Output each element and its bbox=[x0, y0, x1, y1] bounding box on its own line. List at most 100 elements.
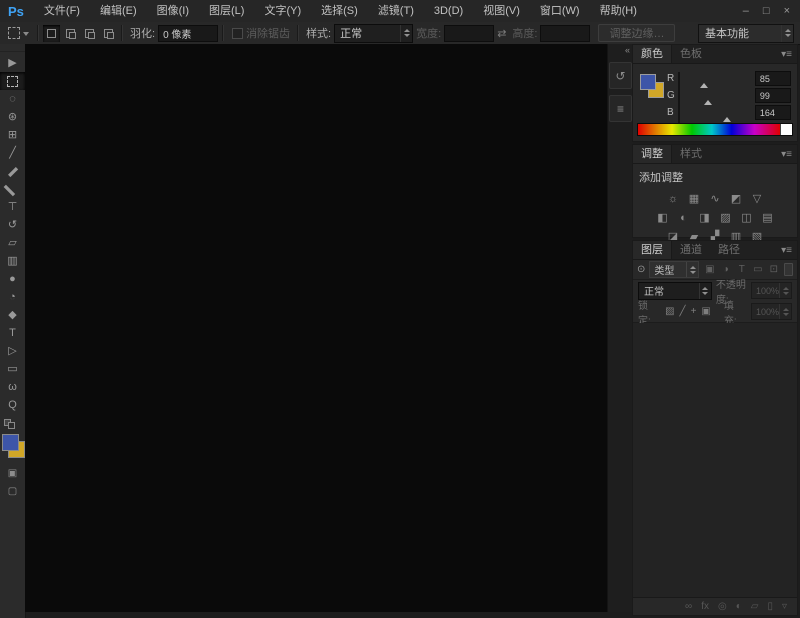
properties-panel-icon[interactable]: ≡ bbox=[609, 95, 632, 122]
red-slider[interactable] bbox=[678, 72, 680, 91]
tab-样式[interactable]: 样式 bbox=[672, 145, 710, 163]
spectrum-gradient[interactable] bbox=[638, 124, 780, 135]
filter-type-layers-icon[interactable]: T bbox=[735, 264, 748, 275]
panel-menu-icon[interactable]: ▾≡ bbox=[781, 149, 797, 160]
shape-tool[interactable]: ▭ bbox=[0, 360, 25, 378]
toolbar-grip[interactable] bbox=[0, 44, 25, 52]
spot-healing-brush-tool[interactable]: ▬ bbox=[0, 162, 25, 180]
move-tool[interactable]: ▶ bbox=[0, 54, 25, 72]
menu-item[interactable]: 3D(D) bbox=[424, 0, 473, 22]
tab-通道[interactable]: 通道 bbox=[672, 241, 710, 259]
menu-item[interactable]: 文字(Y) bbox=[254, 0, 311, 22]
new-adjustment-layer-icon[interactable]: ◐ bbox=[736, 602, 742, 612]
black-white-icon[interactable]: ◨ bbox=[697, 211, 713, 224]
quick-mask-button[interactable]: ▣ bbox=[0, 464, 25, 482]
menu-item[interactable]: 视图(V) bbox=[473, 0, 530, 22]
close-button[interactable]: × bbox=[784, 0, 790, 22]
new-group-icon[interactable]: ▱ bbox=[751, 602, 759, 612]
new-selection-button[interactable] bbox=[43, 25, 60, 42]
link-layers-icon[interactable]: ∞ bbox=[685, 602, 692, 612]
green-slider-thumb[interactable] bbox=[704, 96, 712, 105]
layer-filter-picker-icon[interactable]: ⊙ bbox=[637, 264, 645, 275]
menu-item[interactable]: 文件(F) bbox=[34, 0, 90, 22]
menu-item[interactable]: 图层(L) bbox=[199, 0, 254, 22]
menu-item[interactable]: 编辑(E) bbox=[90, 0, 147, 22]
filter-shape-layers-icon[interactable]: ▭ bbox=[751, 264, 764, 275]
blur-tool[interactable]: ● bbox=[0, 270, 25, 288]
add-to-selection-button[interactable] bbox=[62, 25, 79, 42]
color-lookup-icon[interactable]: ▤ bbox=[760, 211, 776, 224]
lock-all-icon[interactable]: ▣ bbox=[701, 306, 710, 317]
dodge-tool[interactable]: ◔ bbox=[0, 288, 25, 306]
rectangular-marquee-tool[interactable] bbox=[0, 72, 25, 90]
pen-tool[interactable]: ◆ bbox=[0, 306, 25, 324]
photo-filter-icon[interactable]: ▨ bbox=[718, 211, 734, 224]
tab-颜色[interactable]: 颜色 bbox=[633, 45, 672, 63]
filter-smart-objects-icon[interactable]: ⊡ bbox=[767, 264, 780, 275]
layer-filter-kind-select[interactable]: 类型 bbox=[649, 261, 699, 278]
screen-mode-button[interactable]: ▢ bbox=[0, 482, 25, 500]
crop-tool[interactable]: ⊞ bbox=[0, 126, 25, 144]
workspace-select[interactable]: 基本功能 bbox=[698, 24, 794, 43]
blue-slider[interactable] bbox=[678, 106, 680, 125]
new-layer-icon[interactable]: ▯ bbox=[767, 602, 773, 612]
canvas[interactable] bbox=[25, 44, 607, 612]
layers-list[interactable] bbox=[633, 323, 797, 597]
vibrance-icon[interactable]: ▽ bbox=[749, 192, 765, 205]
layer-style-icon[interactable]: fx bbox=[701, 602, 709, 612]
eraser-tool[interactable]: ▱ bbox=[0, 234, 25, 252]
lock-transparency-icon[interactable]: ▨ bbox=[665, 306, 674, 317]
hue-saturation-icon[interactable]: ◧ bbox=[655, 211, 671, 224]
antialias-checkbox[interactable] bbox=[232, 28, 243, 39]
tool-preset-picker[interactable] bbox=[0, 27, 33, 39]
path-selection-tool[interactable]: ▷ bbox=[0, 342, 25, 360]
fill-input[interactable]: 100% bbox=[751, 303, 792, 320]
type-tool[interactable]: T bbox=[0, 324, 25, 342]
eyedropper-tool[interactable]: ╱ bbox=[0, 144, 25, 162]
menu-item[interactable]: 图像(I) bbox=[147, 0, 199, 22]
opacity-input[interactable]: 100% bbox=[751, 282, 792, 299]
foreground-color-swatch[interactable] bbox=[2, 434, 19, 451]
color-spectrum-ramp[interactable] bbox=[637, 123, 793, 136]
exposure-icon[interactable]: ◩ bbox=[728, 192, 744, 205]
intersect-selection-button[interactable] bbox=[100, 25, 117, 42]
refine-edge-button[interactable]: 调整边缘… bbox=[598, 24, 675, 42]
lasso-tool[interactable]: ◌ bbox=[0, 90, 25, 108]
blue-value-input[interactable]: 164 bbox=[755, 105, 791, 120]
tab-图层[interactable]: 图层 bbox=[633, 241, 672, 259]
delete-layer-icon[interactable]: ▿ bbox=[782, 602, 787, 612]
tab-路径[interactable]: 路径 bbox=[710, 241, 748, 259]
history-brush-tool[interactable]: ↺ bbox=[0, 216, 25, 234]
swap-dimensions-icon[interactable]: ⇄ bbox=[497, 27, 506, 40]
levels-icon[interactable]: ▦ bbox=[686, 192, 702, 205]
panel-menu-icon[interactable]: ▾≡ bbox=[781, 245, 797, 256]
panel-menu-icon[interactable]: ▾≡ bbox=[781, 49, 797, 60]
menu-item[interactable]: 选择(S) bbox=[311, 0, 368, 22]
white-swatch[interactable] bbox=[780, 124, 792, 135]
menu-item[interactable]: 帮助(H) bbox=[590, 0, 647, 22]
width-input[interactable] bbox=[444, 25, 494, 42]
tab-调整[interactable]: 调整 bbox=[633, 145, 672, 163]
lock-pixels-icon[interactable]: ╱ bbox=[680, 306, 686, 317]
default-colors-icon[interactable] bbox=[0, 418, 25, 428]
menu-item[interactable]: 窗口(W) bbox=[530, 0, 590, 22]
red-slider-thumb[interactable] bbox=[700, 79, 708, 88]
quick-selection-tool[interactable]: ⊛ bbox=[0, 108, 25, 126]
minimize-button[interactable]: – bbox=[743, 0, 749, 22]
brush-tool[interactable]: ▍ bbox=[0, 180, 25, 198]
brightness-contrast-icon[interactable]: ☼ bbox=[665, 193, 681, 205]
blue-slider-thumb[interactable] bbox=[723, 113, 731, 122]
height-input[interactable] bbox=[540, 25, 590, 42]
red-value-input[interactable]: 85 bbox=[755, 71, 791, 86]
clone-stamp-tool[interactable]: ⊤ bbox=[0, 198, 25, 216]
style-select[interactable]: 正常 bbox=[334, 24, 413, 43]
feather-input[interactable]: 0 像素 bbox=[158, 25, 218, 42]
add-layer-mask-icon[interactable]: ◎ bbox=[718, 602, 727, 612]
subtract-from-selection-button[interactable] bbox=[81, 25, 98, 42]
tab-色板[interactable]: 色板 bbox=[672, 45, 710, 63]
history-panel-icon[interactable]: ↺ bbox=[609, 62, 632, 89]
lock-position-icon[interactable]: + bbox=[691, 306, 697, 317]
color-balance-icon[interactable]: ◐ bbox=[676, 212, 692, 224]
maximize-button[interactable]: □ bbox=[763, 0, 770, 22]
zoom-tool[interactable]: Q bbox=[0, 396, 25, 414]
